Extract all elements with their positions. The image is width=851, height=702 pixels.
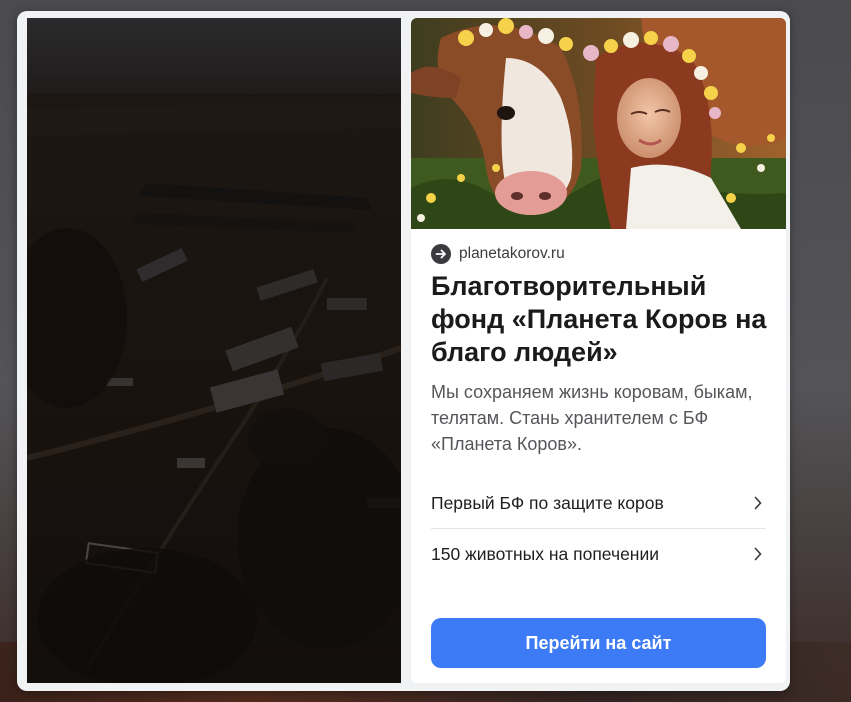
ad-headline[interactable]: Благотворительный фонд «Планета Коров на…	[431, 270, 771, 369]
ad-frame: planetakorov.ru Благотворительный фонд «…	[17, 11, 790, 691]
woman-with-cow-illustration	[411, 18, 786, 229]
sitelink-label: Первый БФ по защите коров	[431, 492, 664, 513]
ad-card[interactable]: planetakorov.ru Благотворительный фонд «…	[411, 18, 786, 683]
sitelink-item[interactable]: Первый БФ по защите коров	[431, 478, 766, 529]
ad-domain[interactable]: planetakorov.ru	[431, 244, 565, 264]
chevron-right-icon	[754, 496, 766, 510]
go-to-site-button[interactable]: Перейти на сайт	[431, 618, 766, 668]
ad-video-panel[interactable]	[27, 18, 401, 683]
ad-description: Мы сохраняем жизнь коровам, быкам, телят…	[431, 382, 753, 454]
domain-label: planetakorov.ru	[459, 245, 565, 262]
sitelink-item[interactable]: 150 животных на попечении	[431, 529, 766, 579]
arrow-right-circle-icon	[431, 244, 451, 264]
chevron-right-icon	[754, 547, 766, 561]
aerial-farm-video-frame	[27, 18, 401, 683]
ad-hero-image[interactable]	[411, 18, 786, 229]
sitelink-label: 150 животных на попечении	[431, 543, 660, 564]
